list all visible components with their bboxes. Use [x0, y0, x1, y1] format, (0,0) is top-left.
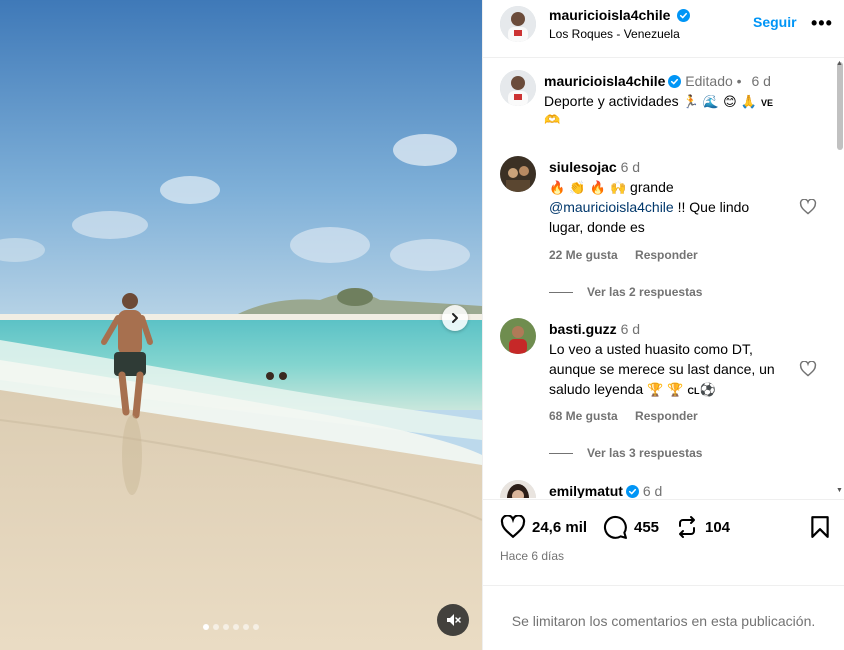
carousel-dot [213, 624, 219, 630]
comment-body: 🔥 👏 🔥 🙌 grande [549, 177, 674, 199]
next-slide-button[interactable] [442, 305, 468, 331]
comment-time: 6 d [642, 483, 663, 498]
comment-body: @mauricioisla4chile !! Que lindo [549, 197, 749, 217]
scroll-down-arrow-icon[interactable]: ▼ [836, 487, 843, 494]
author-username[interactable]: mauricioisla4chile [549, 7, 691, 23]
follow-button[interactable]: Seguir [753, 14, 797, 30]
carousel-dot [233, 624, 239, 630]
comment-button[interactable]: 455 [603, 515, 659, 540]
reply-button[interactable]: Responder [635, 248, 698, 262]
post-header: mauricioisla4chile Los Roques - Venezuel… [483, 0, 844, 58]
caption-emojis: 🏃 🌊 😊 🙏 [682, 95, 758, 110]
more-options-icon[interactable]: ••• [811, 13, 833, 34]
comments-limited-notice: Se limitaron los comentarios en esta pub… [483, 585, 844, 629]
comment-username[interactable]: siulesojac [549, 159, 617, 175]
post-actions: 24,6 mil 455 104 Hace 6 días Se limitaro… [483, 499, 844, 649]
caption-username[interactable]: mauricioisla4chile [544, 73, 665, 89]
separator: • [736, 73, 742, 89]
comment-mention-link[interactable]: @mauricioisla4chile [549, 199, 674, 215]
comment-text: grande [630, 179, 674, 195]
post-side-panel: mauricioisla4chile Los Roques - Venezuel… [482, 0, 844, 650]
view-replies-button[interactable]: Ver las 2 respuestas [549, 285, 702, 299]
verified-badge-icon [668, 75, 682, 88]
likes-count: 24,6 mil [532, 518, 588, 536]
speaker-muted-icon [447, 614, 461, 626]
comment-text: lugar, donde es [549, 219, 645, 235]
comment-text: Lo veo a usted huasito como DT, [549, 341, 753, 357]
bookmark-icon [811, 516, 829, 538]
beach-video-frame [0, 0, 482, 650]
verified-badge-icon [625, 485, 639, 498]
post-time-ago: Hace 6 días [500, 549, 565, 563]
comment-likes-count[interactable]: 22 Me gusta [549, 248, 618, 262]
view-replies-button[interactable]: Ver las 3 respuestas [549, 446, 702, 460]
carousel-dot [203, 624, 209, 630]
comment-meta: 22 Me gusta Responder [549, 248, 712, 262]
comment-text: saludo leyenda [549, 381, 644, 397]
post-media[interactable] [0, 0, 482, 650]
comment-text: !! Que lindo [677, 199, 750, 215]
comment-text: aunque se merece su last dance, un [549, 361, 775, 377]
author-avatar[interactable] [500, 6, 536, 42]
carousel-dot [223, 624, 229, 630]
carousel-dot [243, 624, 249, 630]
comment-likes-count[interactable]: 68 Me gusta [549, 409, 618, 423]
comments-count: 455 [634, 519, 660, 536]
commenter-avatar[interactable] [500, 156, 536, 192]
soccer-ball-emoji: ⚽ [699, 383, 716, 398]
caption-avatar[interactable] [500, 70, 536, 106]
flag-chile: CL [687, 386, 700, 396]
caption-time: 6 d [751, 73, 771, 89]
caption-text: Deporte y actividades 🏃 🌊 😊 🙏 VE [544, 91, 773, 113]
carousel-indicator [203, 624, 259, 630]
comment-username[interactable]: basti.guzz [549, 321, 617, 337]
comment-time: 6 d [620, 321, 641, 337]
comments-list[interactable]: mauricioisla4chile Editado • 6 d Deporte… [483, 59, 844, 498]
like-comment-heart-icon[interactable] [799, 361, 817, 377]
repost-button[interactable]: 104 [675, 515, 730, 539]
chevron-right-icon [452, 313, 458, 323]
comments-scrollbar[interactable] [837, 62, 843, 150]
save-button[interactable] [809, 515, 831, 539]
comment-time: 6 d [620, 159, 641, 175]
caption-body: Deporte y actividades [544, 93, 679, 109]
avatar-image [500, 6, 536, 42]
commenter-avatar[interactable] [500, 318, 536, 354]
avatar-image [500, 156, 536, 192]
comment-emojis: 🔥 👏 🔥 🙌 [549, 181, 627, 196]
comment-header: emilymatut 6 d [549, 481, 662, 498]
comment-header: siulesojac 6 d [549, 157, 640, 177]
comment-emojis: 🏆 🏆 [647, 383, 684, 398]
caption-header: mauricioisla4chile Editado • 6 d [544, 71, 771, 91]
flag-venezuela: VE [760, 98, 773, 108]
verified-badge-icon [677, 9, 691, 22]
avatar-image [500, 480, 536, 498]
reposts-count: 104 [705, 518, 731, 536]
avatar-image [500, 70, 536, 106]
comment-username[interactable]: emilymatut [549, 483, 623, 498]
edited-label: Editado [685, 73, 733, 89]
comment-header: basti.guzz 6 d [549, 319, 640, 339]
commenter-avatar[interactable] [500, 480, 536, 498]
heart-icon [500, 515, 526, 539]
scroll-up-arrow-icon[interactable]: ▲ [836, 60, 843, 67]
comment-bubble-icon [603, 515, 627, 539]
like-button[interactable]: 24,6 mil [500, 515, 587, 539]
comment-body: saludo leyenda 🏆 🏆 CL⚽ [549, 379, 716, 401]
repost-icon [679, 516, 695, 538]
carousel-dot [253, 624, 259, 630]
comment-meta: 68 Me gusta Responder [549, 409, 712, 423]
post-location[interactable]: Los Roques - Venezuela [549, 27, 680, 41]
like-comment-heart-icon[interactable] [799, 199, 817, 215]
heart-hands-emoji: 🫶 [544, 113, 561, 128]
avatar-image [500, 318, 536, 354]
reply-button[interactable]: Responder [635, 409, 698, 423]
mute-button[interactable] [437, 604, 469, 636]
